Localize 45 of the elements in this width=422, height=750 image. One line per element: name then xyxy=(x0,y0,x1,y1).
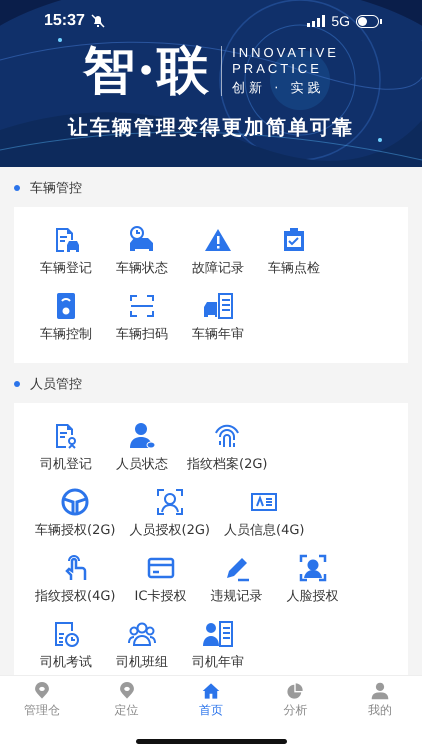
menu-item[interactable]: 车辆扫码 xyxy=(104,291,180,357)
menu-item[interactable]: 人脸授权 xyxy=(274,553,350,619)
menu-item[interactable]: 车辆点检 xyxy=(256,225,332,291)
bullet-dot xyxy=(14,185,20,191)
steering-wheel-icon xyxy=(60,487,90,517)
menu-item[interactable]: 人员授权(2G) xyxy=(122,487,217,553)
menu-item[interactable]: 车辆控制 xyxy=(28,291,104,357)
section-title: 人员管控 xyxy=(30,376,82,393)
car-checklist-icon xyxy=(203,291,233,321)
tab[interactable]: 管理仓 xyxy=(0,676,84,720)
tab[interactable]: 分析 xyxy=(253,676,338,720)
menu-item[interactable]: 人员信息(4G) xyxy=(217,487,312,553)
banner-title: 智·联 xyxy=(83,39,212,103)
person-icon xyxy=(127,421,157,451)
banner-subtitle: PRACTICE xyxy=(232,61,323,77)
menu-item[interactable]: 故障记录 xyxy=(180,225,256,291)
menu-item[interactable]: 车辆年审 xyxy=(180,291,256,357)
bell-off-icon xyxy=(90,14,105,28)
menu-item[interactable]: IC卡授权 xyxy=(122,553,198,619)
network-label: 5G xyxy=(331,13,350,29)
battery-icon xyxy=(356,14,382,28)
banner-motto: 创新 · 实践 xyxy=(232,80,326,97)
menu-item[interactable]: 司机考试 xyxy=(28,619,104,675)
face-scan-icon xyxy=(154,487,185,517)
menu-item[interactable]: 司机班组 xyxy=(104,619,180,675)
section-title: 车辆管控 xyxy=(30,180,82,197)
menu-item[interactable]: 司机登记 xyxy=(28,421,104,487)
face-scan-icon xyxy=(298,553,328,583)
menu-item[interactable]: 车辆授权(2G) xyxy=(28,487,122,553)
signal-icon xyxy=(307,15,326,27)
banner-slogan: 让车辆管理变得更加简单可靠 xyxy=(66,114,355,141)
status-time: 15:37 xyxy=(44,12,85,30)
banner-subtitle: INNOVATIVE xyxy=(232,45,339,61)
bullet-dot xyxy=(14,381,20,387)
person-checklist-icon xyxy=(203,619,233,649)
menu-item[interactable]: 司机年审 xyxy=(180,619,256,675)
tab[interactable]: 我的 xyxy=(338,676,422,720)
menu-item[interactable]: 违规记录 xyxy=(198,553,274,619)
menu-item[interactable]: 指纹档案(2G) xyxy=(180,421,274,487)
tab[interactable]: 首页 xyxy=(168,676,254,720)
tab[interactable]: 定位 xyxy=(84,676,169,720)
menu-item[interactable]: 车辆登记 xyxy=(28,225,104,291)
menu-item[interactable]: 人员状态 xyxy=(104,421,180,487)
menu-item[interactable]: 车辆状态 xyxy=(104,225,180,291)
menu-item[interactable]: 指纹授权(4G) xyxy=(28,553,122,619)
